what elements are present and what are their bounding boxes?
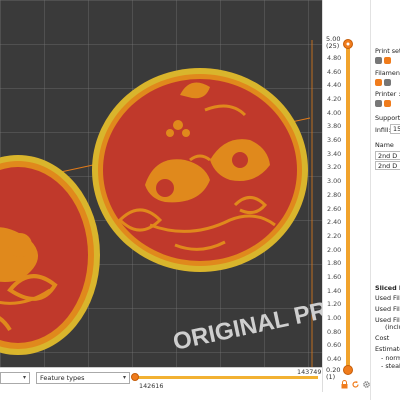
layer-tick-label: 2.20	[327, 231, 342, 240]
layer-tick-label: 4.00	[327, 108, 342, 117]
layer-top-index: (25)	[326, 41, 340, 50]
layer-tick-label: 0.60	[327, 341, 342, 350]
used-filament-label: Used Filam	[375, 294, 400, 302]
lock-icon[interactable]	[340, 379, 349, 389]
layer-tick-label: 0.40	[327, 355, 342, 363]
layer-tick-label: 4.60	[327, 67, 342, 76]
object-list-name-header: Name	[375, 141, 394, 149]
horizontal-slider-max: 143749	[297, 368, 322, 376]
layer-bottom-readout: 0.20 (1)	[326, 367, 340, 381]
filament-controls	[375, 79, 391, 86]
layer-tick-label: 1.00	[327, 313, 342, 322]
refresh-icon[interactable]	[351, 380, 360, 389]
printer-controls	[375, 100, 391, 107]
filament-label: Filament :	[375, 69, 400, 77]
chevron-down-icon: ▾	[22, 374, 26, 381]
layer-slider-top-handle[interactable]	[342, 38, 354, 50]
layer-tick-label: 2.80	[327, 190, 342, 199]
layer-tick-label: 1.80	[327, 259, 342, 268]
printer-icon[interactable]	[375, 100, 382, 107]
stealth-mode-label: - stealt	[381, 362, 400, 370]
bottom-toolbar: ▾ Feature types ▾ 143749 142616	[0, 367, 322, 400]
printer-label: Printer :	[375, 90, 400, 98]
layer-tick-label: 3.20	[327, 163, 342, 172]
layer-tick-label: 0.80	[327, 327, 342, 336]
including-label: (inclu	[385, 323, 400, 331]
layer-slider-track[interactable]	[346, 46, 350, 368]
plater-scene[interactable]: ORIGINAL PRUS	[0, 0, 322, 367]
layer-tick-label: 2.40	[327, 218, 342, 227]
layer-tick-label: 3.60	[327, 136, 342, 145]
object-list-item[interactable]: 2nd D	[375, 151, 400, 160]
right-sidebar: Print settings : Filament : Printer : Su…	[370, 0, 400, 400]
view-type-dropdown[interactable]: ▾	[0, 372, 30, 384]
horizontal-slider-track[interactable]	[134, 376, 318, 379]
used-filament-label: Used Filam	[375, 305, 400, 313]
layer-slider-bottom-handle[interactable]	[342, 364, 354, 376]
sliced-info-heading: Sliced Info	[375, 284, 400, 292]
layer-tick-label: 4.40	[327, 81, 342, 90]
layer-bottom-index: (1)	[326, 372, 336, 381]
layer-tick-label: 2.60	[327, 204, 342, 213]
cost-label: Cost	[375, 334, 390, 342]
coaster-left[interactable]	[0, 155, 100, 355]
layer-tick-label: 2.00	[327, 245, 342, 254]
3d-viewport[interactable]: ORIGINAL PRUS	[0, 0, 322, 367]
layer-slider-tools	[340, 378, 372, 390]
layer-tick-label: 3.80	[327, 122, 342, 131]
layer-tick-label: 3.40	[327, 149, 342, 158]
coaster-main[interactable]	[92, 68, 308, 272]
settings-icon[interactable]	[375, 57, 382, 64]
chevron-down-icon: ▾	[122, 374, 126, 381]
layer-tick-label: 1.60	[327, 272, 342, 281]
normal-mode-label: - norm	[381, 354, 400, 362]
lock-icon[interactable]	[384, 57, 391, 64]
layer-tick-label: 1.20	[327, 300, 342, 309]
print-settings-controls	[375, 57, 391, 64]
layer-tick-label: 4.20	[327, 95, 342, 104]
lock-icon[interactable]	[384, 79, 391, 86]
horizontal-slider-handle[interactable]	[131, 373, 139, 381]
layer-tick-label: 4.80	[327, 54, 342, 62]
lock-icon[interactable]	[384, 100, 391, 107]
layer-top-readout: 5.00 (25)	[326, 36, 340, 50]
print-settings-label: Print settings :	[375, 47, 400, 55]
infill-label: Infill:	[375, 126, 391, 134]
layer-tick-label: 1.40	[327, 286, 342, 295]
supports-label: Supports:	[375, 114, 400, 122]
bed-logo-text: ORIGINAL PRUS	[171, 290, 322, 356]
horizontal-slider-min: 142616	[139, 382, 164, 390]
layer-tick-label: 3.00	[327, 177, 342, 186]
estimated-time-label: Estimated	[375, 345, 400, 353]
feature-types-value: Feature types	[40, 374, 85, 382]
filament-color-swatch[interactable]	[375, 79, 382, 86]
feature-types-dropdown[interactable]: Feature types ▾	[36, 372, 130, 384]
infill-select[interactable]: 15%	[390, 124, 400, 134]
object-list-item[interactable]: 2nd D	[375, 161, 400, 170]
